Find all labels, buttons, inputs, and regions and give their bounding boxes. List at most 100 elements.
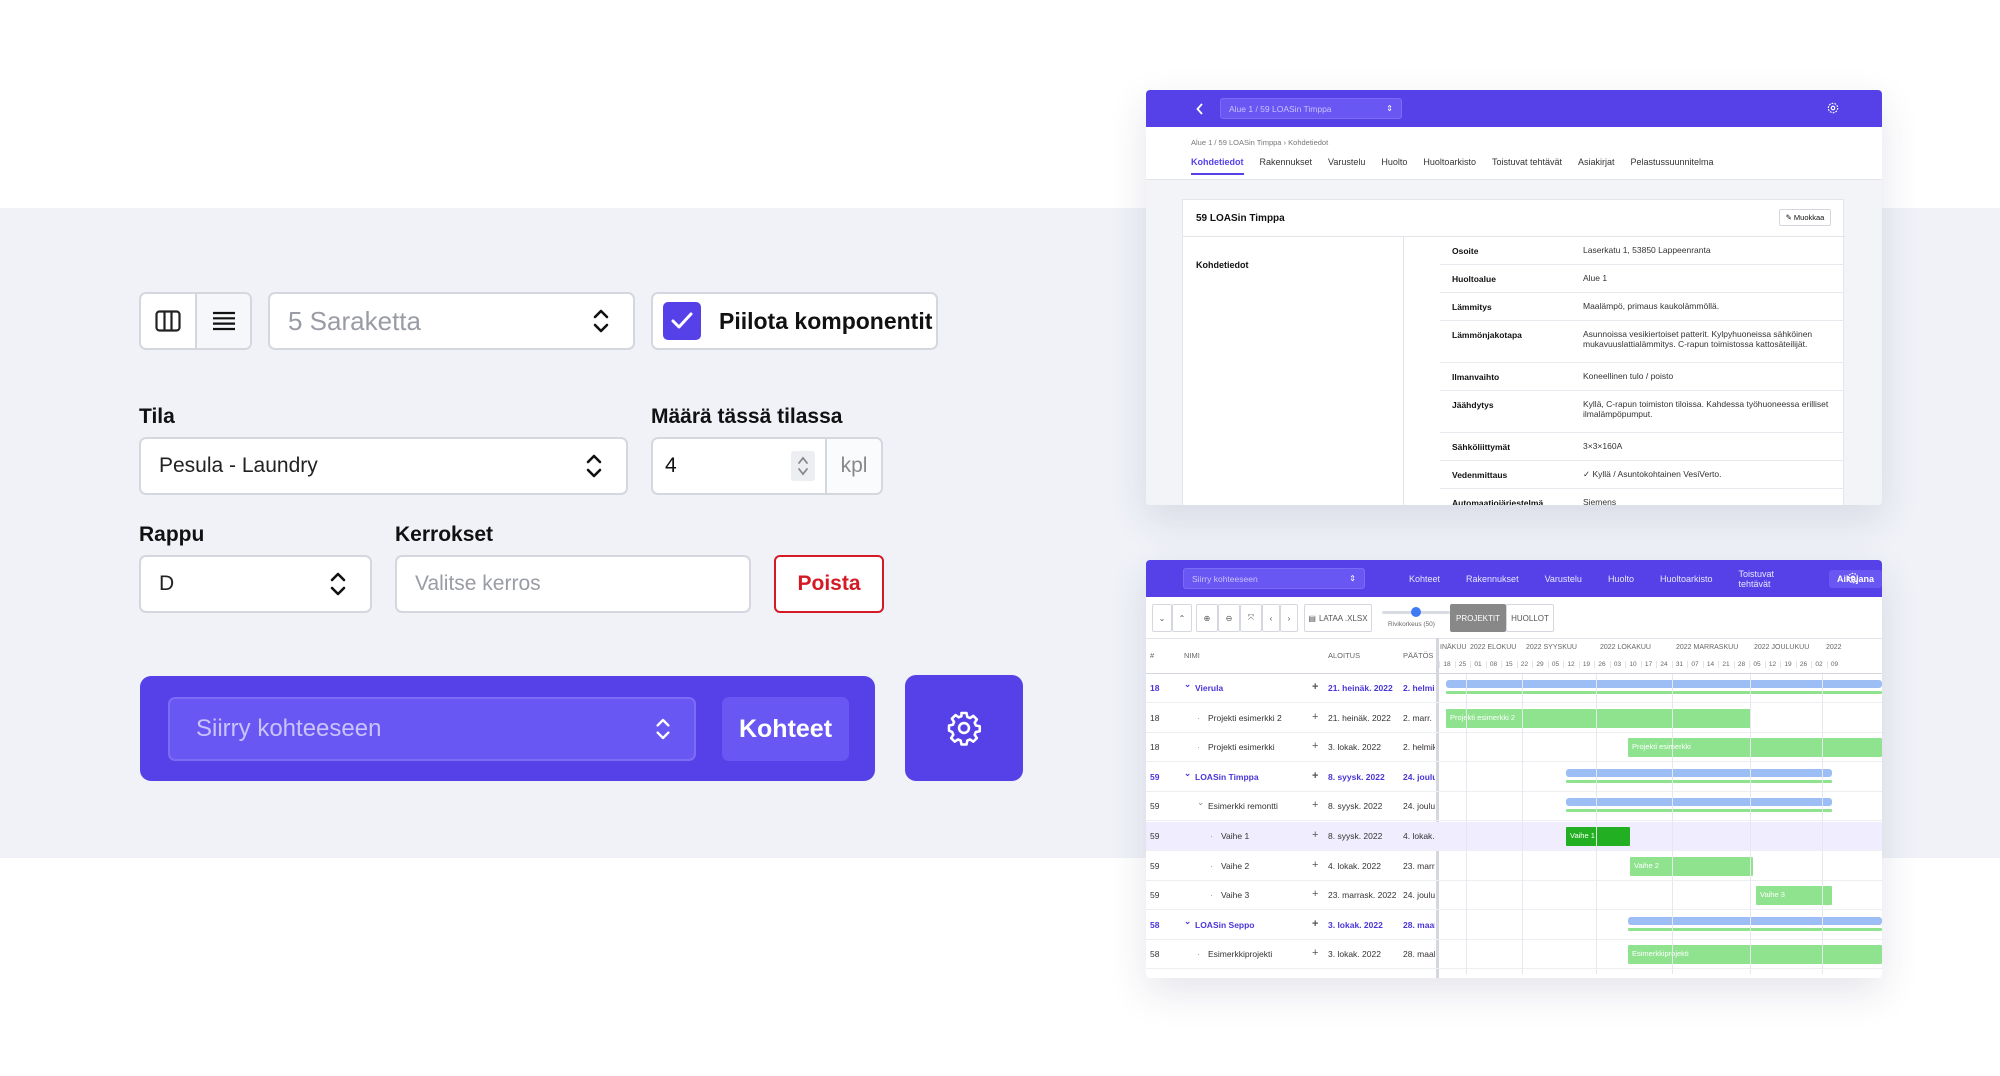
add-icon[interactable]: + bbox=[1312, 711, 1318, 723]
tab-toistuvat-tehtavat[interactable]: Toistuvat tehtävät bbox=[1492, 157, 1562, 175]
gantt-object-select[interactable]: Siirry kohteeseen ⇕ bbox=[1183, 568, 1365, 589]
table-row[interactable]: 59 · Vaihe 1 +8. syysk. 2022 4. lokak. bbox=[1146, 822, 1882, 851]
chevron-down-icon[interactable]: ⌄ bbox=[1197, 797, 1204, 808]
add-icon[interactable]: + bbox=[1312, 799, 1318, 811]
chevron-right-icon: › bbox=[1287, 613, 1291, 623]
gantt-screen-preview: Siirry kohteeseen ⇕ Kohteet Rakennukset … bbox=[1146, 560, 1882, 978]
edit-button[interactable]: ✎ Muokkaa bbox=[1779, 209, 1831, 226]
table-row[interactable]: 18 ⌄ Vierula +21. heinäk. 2022 2. helmik bbox=[1146, 674, 1882, 703]
summary-bar[interactable] bbox=[1566, 768, 1832, 777]
gear-icon[interactable] bbox=[1826, 101, 1840, 115]
tab-kohdetiedot[interactable]: Kohdetiedot bbox=[1191, 157, 1244, 175]
task-bar[interactable]: Projekti esimerkki bbox=[1628, 738, 1882, 758]
settings-button[interactable] bbox=[905, 675, 1023, 781]
row-height-slider[interactable] bbox=[1382, 607, 1450, 617]
next-button[interactable]: › bbox=[1280, 604, 1298, 632]
chevron-down-icon[interactable]: ⌄ bbox=[1184, 679, 1191, 690]
breadcrumb-item[interactable]: Alue 1 / 59 LOASin Timppa bbox=[1191, 138, 1281, 147]
tab-huoltoarkisto[interactable]: Huoltoarkisto bbox=[1423, 157, 1476, 175]
add-icon[interactable]: + bbox=[1312, 829, 1318, 841]
detail-row-value: Alue 1 bbox=[1583, 273, 1608, 283]
maara-input[interactable]: 4 bbox=[653, 439, 825, 493]
row-id: 18 bbox=[1150, 683, 1160, 693]
row-end: 4. lokak. bbox=[1403, 831, 1435, 841]
row-name: Projekti esimerkki 2 bbox=[1208, 712, 1282, 723]
kerrokset-input[interactable]: Valitse kerros bbox=[395, 555, 751, 613]
detail-row-value: Kyllä, C-rapun toimiston tiloissa. Kahde… bbox=[1583, 399, 1829, 419]
tila-select-value: Pesula - Laundry bbox=[159, 454, 318, 477]
nav-kohteet[interactable]: Kohteet bbox=[1396, 574, 1453, 584]
export-xlsx-button[interactable]: ▤ LATAA .XLSX bbox=[1304, 604, 1372, 632]
grid-line bbox=[1822, 674, 1823, 974]
prev-button[interactable]: ‹ bbox=[1262, 604, 1280, 632]
row-start: 3. lokak. 2022 bbox=[1328, 919, 1383, 930]
detail-object-select[interactable]: Alue 1 / 59 LOASin Timppa ⇕ bbox=[1220, 98, 1402, 119]
tila-select[interactable]: Pesula - Laundry bbox=[139, 437, 628, 495]
timeline-month-label: 2022 JOULUKUU bbox=[1754, 644, 1810, 651]
table-row[interactable]: 58 ⌄ LOASin Seppo +3. lokak. 2022 28. maal bbox=[1146, 911, 1882, 940]
gantt-object-select-placeholder: Siirry kohteeseen bbox=[1192, 573, 1258, 584]
projects-toggle[interactable]: PROJEKTIT bbox=[1450, 604, 1506, 632]
detail-row-value: Maalämpö, primaus kaukolämmöllä. bbox=[1583, 301, 1720, 311]
list-view-button[interactable] bbox=[195, 294, 250, 348]
rappu-select[interactable]: D bbox=[139, 555, 372, 613]
tab-huolto[interactable]: Huolto bbox=[1381, 157, 1407, 175]
add-icon[interactable]: + bbox=[1312, 947, 1318, 959]
task-bar[interactable]: Vaihe 2 bbox=[1630, 856, 1753, 876]
collapse-all-button[interactable]: ⌄ bbox=[1152, 604, 1172, 632]
tab-pelastussuunnitelma[interactable]: Pelastussuunnitelma bbox=[1631, 157, 1714, 175]
chevron-down-icon[interactable]: ⌄ bbox=[1184, 768, 1191, 779]
back-arrow-icon[interactable] bbox=[1196, 103, 1204, 115]
summary-bar[interactable] bbox=[1628, 916, 1882, 925]
table-row[interactable]: 59 ⌄ Esimerkki remontti +8. syysk. 2022 24. … bbox=[1146, 792, 1882, 822]
add-icon[interactable]: + bbox=[1312, 918, 1318, 930]
tab-rakennukset[interactable]: Rakennukset bbox=[1260, 157, 1313, 175]
nav-toistuvat-tehtavat[interactable]: Toistuvat tehtävät bbox=[1725, 569, 1820, 589]
hide-components-toggle[interactable]: Piilota komponentit bbox=[651, 292, 938, 350]
object-select[interactable]: Siirry kohteeseen bbox=[168, 697, 696, 761]
row-end: 2. helmik bbox=[1403, 742, 1435, 753]
delete-button[interactable]: Poista bbox=[774, 555, 884, 613]
detail-row: Sähköliittymät 3×3×160A bbox=[1440, 433, 1844, 461]
maintenance-toggle[interactable]: HUOLLOT bbox=[1506, 604, 1554, 632]
add-icon[interactable]: + bbox=[1312, 888, 1318, 900]
number-stepper[interactable] bbox=[791, 451, 816, 481]
task-bar[interactable]: Vaihe 1 bbox=[1566, 827, 1630, 846]
nav-varustelu[interactable]: Varustelu bbox=[1532, 574, 1595, 584]
grid-line bbox=[1596, 674, 1597, 974]
summary-bar[interactable] bbox=[1446, 680, 1882, 688]
row-end: 2. marr. bbox=[1403, 712, 1432, 723]
gear-icon[interactable] bbox=[1846, 571, 1860, 585]
detail-row-key: Lämmitys bbox=[1452, 302, 1492, 312]
zoom-in-button[interactable]: ⊕ bbox=[1196, 604, 1218, 632]
columns-select[interactable]: 5 Saraketta bbox=[268, 292, 635, 350]
nav-huolto[interactable]: Huolto bbox=[1595, 574, 1647, 584]
row-start: 21. heinäk. 2022 bbox=[1328, 683, 1393, 693]
nav-huoltoarkisto[interactable]: Huoltoarkisto bbox=[1647, 574, 1726, 584]
summary-bar[interactable] bbox=[1566, 798, 1832, 807]
table-row[interactable]: 59 ⌄ LOASin Timppa +8. syysk. 2022 24. joulu bbox=[1146, 763, 1882, 792]
expand-all-button[interactable]: ⌃ bbox=[1172, 604, 1192, 632]
add-icon[interactable]: + bbox=[1312, 681, 1318, 693]
chevron-down-icon[interactable]: ⌄ bbox=[1184, 916, 1191, 927]
add-icon[interactable]: + bbox=[1312, 770, 1318, 782]
table-row[interactable]: 59 · Vaihe 2 +4. lokak. 2022 23. marr. bbox=[1146, 852, 1882, 881]
export-xlsx-label: LATAA .XLSX bbox=[1318, 613, 1368, 623]
kohteet-button[interactable]: Kohteet bbox=[722, 697, 849, 761]
add-icon[interactable]: + bbox=[1312, 740, 1318, 752]
slider-knob[interactable] bbox=[1411, 607, 1421, 617]
task-bar[interactable]: Esimerkkiprojekti bbox=[1628, 945, 1882, 965]
task-bar[interactable]: Projekti esimerkki 2 bbox=[1446, 708, 1751, 728]
fit-button[interactable]: ⤧ bbox=[1240, 604, 1262, 632]
column-view-button[interactable] bbox=[141, 294, 195, 348]
tab-asiakirjat[interactable]: Asiakirjat bbox=[1578, 157, 1615, 175]
tab-varustelu[interactable]: Varustelu bbox=[1328, 157, 1365, 175]
add-icon[interactable]: + bbox=[1312, 859, 1318, 871]
task-bar[interactable]: Vaihe 3 bbox=[1756, 886, 1832, 906]
nav-rakennukset[interactable]: Rakennukset bbox=[1453, 574, 1532, 584]
row-start: 4. lokak. 2022 bbox=[1328, 860, 1381, 871]
hide-components-checkbox[interactable] bbox=[663, 302, 701, 340]
hide-components-label: Piilota komponentit bbox=[719, 307, 933, 334]
row-id: 18 bbox=[1150, 742, 1160, 753]
zoom-out-button[interactable]: ⊖ bbox=[1218, 604, 1240, 632]
